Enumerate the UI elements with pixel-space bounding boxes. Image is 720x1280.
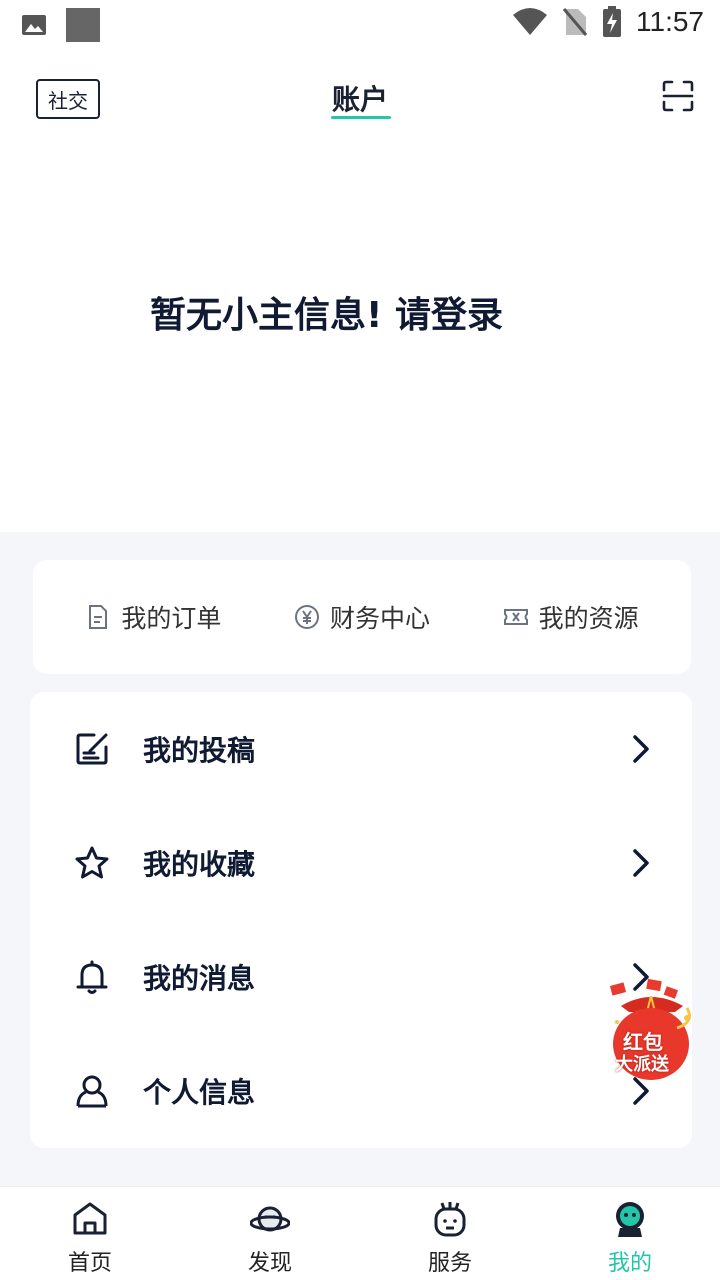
wifi-icon bbox=[513, 8, 547, 35]
quick-link-orders[interactable]: 我的订单 bbox=[85, 599, 221, 635]
tab-label: 首页 bbox=[67, 1251, 112, 1276]
menu-item-messages[interactable]: 我的消息 bbox=[30, 920, 692, 1034]
yen-coin-icon bbox=[294, 605, 319, 629]
page-title: 账户 bbox=[331, 83, 388, 116]
menu-item-label: 个人信息 bbox=[143, 1076, 256, 1109]
planet-icon bbox=[250, 1206, 290, 1232]
menu-item-label: 我的收藏 bbox=[143, 848, 256, 881]
bottom-tab-bar: 首页 发现 服务 我的 bbox=[0, 1186, 720, 1280]
tab-discover[interactable]: 发现 bbox=[180, 1187, 360, 1280]
quick-link-finance[interactable]: 财务中心 bbox=[294, 599, 430, 635]
status-time: 11:57 bbox=[636, 6, 704, 37]
tab-label: 发现 bbox=[247, 1251, 292, 1276]
tab-mine[interactable]: 我的 bbox=[540, 1187, 720, 1280]
ticket-icon bbox=[503, 609, 528, 625]
quick-link-resources[interactable]: 我的资源 bbox=[503, 599, 639, 635]
login-prompt[interactable]: 暂无小主信息! 请登录 bbox=[150, 286, 503, 338]
chevron-right-icon bbox=[633, 849, 649, 877]
menu-item-favorites[interactable]: 我的收藏 bbox=[30, 806, 692, 920]
red-packet-promo[interactable]: 红包 大派送 bbox=[603, 978, 699, 1082]
menu-item-profile[interactable]: 个人信息 bbox=[30, 1034, 692, 1148]
home-icon bbox=[73, 1202, 107, 1235]
document-icon bbox=[89, 605, 108, 629]
quick-link-label: 我的订单 bbox=[121, 604, 222, 633]
menu-item-label: 我的消息 bbox=[143, 962, 256, 995]
tab-home[interactable]: 首页 bbox=[0, 1187, 180, 1280]
status-bar: 11:57 bbox=[0, 0, 720, 50]
menu-item-label: 我的投稿 bbox=[143, 734, 256, 767]
robot-icon bbox=[434, 1202, 466, 1237]
battery-charging-icon bbox=[603, 6, 621, 37]
user-icon bbox=[76, 1075, 108, 1108]
tab-label: 服务 bbox=[427, 1251, 472, 1276]
scan-icon[interactable] bbox=[662, 80, 694, 112]
title-underline bbox=[331, 116, 391, 119]
star-icon bbox=[75, 846, 109, 879]
tab-label: 我的 bbox=[607, 1251, 652, 1276]
no-sim-icon bbox=[562, 8, 588, 36]
quick-link-label: 我的资源 bbox=[538, 604, 639, 633]
promo-line2: 大派送 bbox=[615, 1054, 669, 1075]
bell-icon bbox=[76, 960, 108, 994]
account-header: 社交 账户 暂无小主信息! 请登录 bbox=[0, 50, 720, 532]
image-icon bbox=[22, 15, 46, 35]
menu-item-submissions[interactable]: 我的投稿 bbox=[30, 692, 692, 806]
quick-links-card: 我的订单 财务中心 我的资源 bbox=[33, 560, 691, 674]
menu-card: 我的投稿 我的收藏 我的消息 个人信息 bbox=[30, 692, 692, 1148]
chevron-right-icon bbox=[633, 735, 649, 763]
edit-icon bbox=[76, 733, 108, 765]
app-placeholder-icon bbox=[66, 8, 100, 42]
tab-services[interactable]: 服务 bbox=[360, 1187, 540, 1280]
profile-icon bbox=[616, 1202, 644, 1237]
quick-link-label: 财务中心 bbox=[329, 604, 430, 633]
